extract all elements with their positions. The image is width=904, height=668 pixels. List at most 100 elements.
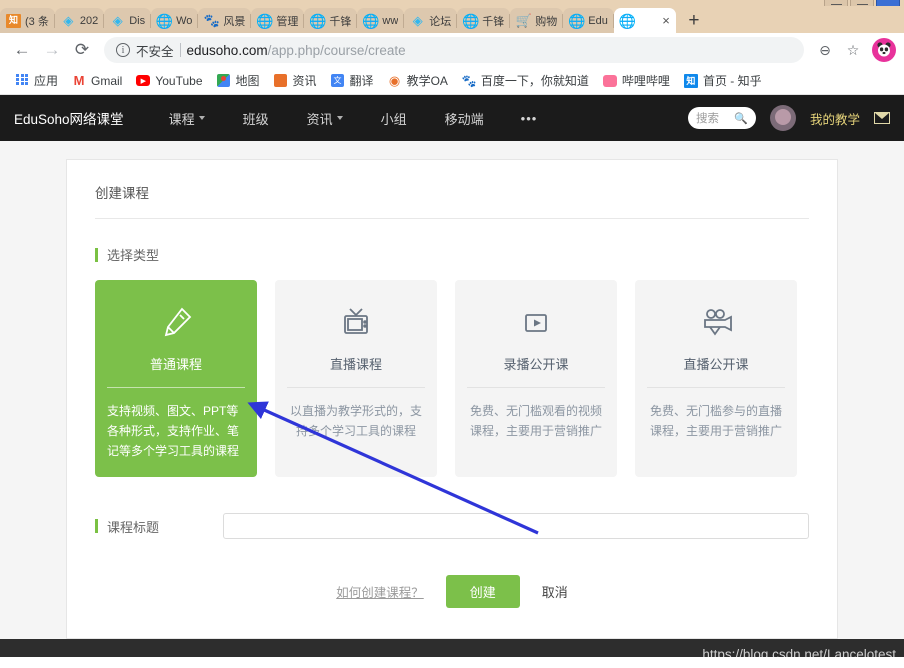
page-title: 创建课程	[95, 180, 809, 219]
tv-icon	[344, 308, 368, 334]
cancel-button[interactable]: 取消	[542, 582, 568, 601]
bookmark-item[interactable]: 资讯	[267, 70, 324, 91]
course-type-card[interactable]: 录播公开课免费、无门槛观看的视频课程，主要用于营销推广	[455, 280, 617, 477]
site-nav-item[interactable]: 资讯	[288, 109, 362, 128]
browser-toolbar: ← → ⟳ i 不安全 edusoho.com/app.php/course/c…	[0, 33, 904, 67]
bookmark-item[interactable]: ◉ 教学OA	[381, 70, 455, 91]
my-teaching-link[interactable]: 我的教学	[810, 109, 860, 128]
course-title-input[interactable]	[223, 513, 809, 539]
panda-icon	[877, 42, 891, 57]
bookmark-item[interactable]: 🐾 百度一下，你就知道	[455, 70, 596, 91]
course-type-card[interactable]: 直播公开课 免费、无门槛参与的直播课程，主要用于营销推广	[635, 280, 797, 477]
browser-tab[interactable]: 🌐 千锋	[457, 8, 511, 33]
how-to-create-link[interactable]: 如何创建课程？	[336, 582, 424, 601]
browser-chrome: 知 (3 条 ◈ 202 ◈ Dis 🌐 Wo 🐾 风景 🌐 管理 🌐 千锋 🌐 ww ◈ 论坛 🌐 千锋 🛒 购物 🌐 Ed…	[0, 0, 904, 95]
zoom-out-icon[interactable]: ⊖	[812, 37, 838, 63]
globe-icon: 🌐	[462, 12, 480, 29]
select-type-section-label: 选择类型	[95, 245, 809, 264]
browser-tab[interactable]: ◈ 202	[54, 8, 105, 33]
site-nav-item[interactable]: 小组	[362, 109, 426, 128]
course-type-name: 录播公开课	[467, 354, 605, 388]
course-type-list: 普通课程 支持视频、图文、PPT等各种形式，支持作业、笔记等多个学习工具的课程 直播…	[95, 280, 809, 477]
browser-tab[interactable]: ◈ 论坛	[404, 8, 458, 33]
browser-tab[interactable]: 🌐 ×	[613, 8, 676, 33]
bookmark-label: 资讯	[292, 74, 317, 88]
search-placeholder: 搜索	[695, 113, 719, 125]
oa-icon: ◉	[388, 72, 401, 88]
bookmark-item[interactable]: ▶ YouTube	[129, 72, 209, 90]
url-text: edusoho.com/app.php/course/create	[187, 43, 406, 58]
browser-tab[interactable]: 🌐 Edu	[563, 8, 614, 33]
bookmark-item[interactable]: 知首页 - 知乎	[677, 70, 769, 91]
baidu-icon: 🐾	[461, 73, 477, 88]
bookmark-item[interactable]: 应用	[8, 70, 65, 91]
bookmark-label: 地图	[235, 74, 260, 88]
browser-tab[interactable]: ◈ Dis	[104, 8, 152, 33]
profile-avatar[interactable]	[872, 38, 896, 62]
browser-tab[interactable]: 知 (3 条	[0, 8, 55, 33]
course-title-label: 课程标题	[95, 517, 223, 536]
envelope-icon[interactable]	[874, 112, 890, 124]
header-right: 搜索 🔍 我的教学	[687, 105, 890, 131]
course-type-description: 以直播为教学形式的，支持多个学习工具的课程	[289, 404, 422, 438]
bookmark-item[interactable]: 地图	[210, 70, 267, 91]
course-type-icon-wrap	[467, 302, 605, 344]
site-nav-item[interactable]: 移动端	[426, 109, 503, 128]
course-type-description: 免费、无门槛观看的视频课程，主要用于营销推广	[469, 404, 602, 438]
course-type-card[interactable]: 直播课程 以直播为教学形式的，支持多个学习工具的课程	[275, 280, 437, 477]
baidu-paw-icon: 🐾	[203, 13, 220, 28]
tab-label: 管理	[276, 15, 299, 28]
browser-tab[interactable]: 🐾 风景	[198, 8, 252, 33]
globe-icon: 🌐	[256, 12, 274, 29]
site-nav-item[interactable]: 课程	[150, 109, 224, 128]
course-type-icon-wrap	[647, 302, 785, 344]
course-type-icon-wrap	[107, 302, 245, 344]
play-box-icon	[525, 314, 547, 332]
cart-icon: 🛒	[515, 13, 532, 28]
browser-tab[interactable]: 🌐 Wo	[151, 8, 199, 33]
course-type-card[interactable]: 普通课程 支持视频、图文、PPT等各种形式，支持作业、笔记等多个学习工具的课程	[95, 280, 257, 477]
nav-more-button[interactable]: •••	[503, 111, 556, 126]
site-info-icon[interactable]: i	[116, 43, 130, 57]
site-nav-label: 资讯	[306, 111, 333, 127]
reload-button[interactable]: ⟳	[68, 36, 96, 64]
course-type-name: 普通课程	[107, 354, 245, 388]
site-nav-item[interactable]: 班级	[224, 109, 288, 128]
form-actions: 如何创建课程？ 创建 取消	[95, 575, 809, 608]
bookmark-item[interactable]: M Gmail	[65, 72, 129, 90]
globe-icon: 🌐	[155, 12, 174, 29]
blue-diamond-icon: ◈	[412, 13, 423, 28]
tab-label: ww	[382, 14, 399, 27]
blue-diamond-icon: ◈	[63, 13, 74, 28]
forward-button[interactable]: →	[38, 36, 66, 64]
search-icon: 🔍	[734, 112, 748, 125]
zhihu-icon: 知	[683, 73, 698, 88]
search-input[interactable]: 搜索 🔍	[687, 107, 756, 129]
new-tab-button[interactable]: +	[680, 9, 708, 33]
site-header: EduSoho网络课堂 课程 班级 资讯 小组 移动端 ••• 搜索 🔍 我的教学	[0, 95, 904, 141]
chevron-down-icon	[198, 116, 205, 120]
tab-label: Edu	[588, 14, 608, 27]
blue-diamond-icon: ◈	[112, 13, 123, 28]
maps-icon	[217, 74, 231, 88]
site-brand[interactable]: EduSoho网络课堂	[14, 108, 124, 128]
zhihu-icon: 知	[6, 13, 21, 28]
tab-strip: 知 (3 条 ◈ 202 ◈ Dis 🌐 Wo 🐾 风景 🌐 管理 🌐 千锋 🌐 ww ◈ 论坛 🌐 千锋 🛒 购物 🌐 Ed…	[0, 6, 904, 33]
browser-tab[interactable]: 🌐 ww	[357, 8, 405, 33]
browser-tab[interactable]: 🌐 管理	[251, 8, 305, 33]
globe-icon: 🌐	[618, 12, 637, 29]
bookmark-star-icon[interactable]: ☆	[840, 37, 866, 63]
create-button[interactable]: 创建	[445, 575, 520, 608]
address-bar[interactable]: i 不安全 edusoho.com/app.php/course/create	[104, 37, 804, 63]
bookmark-label: 教学OA	[406, 74, 448, 88]
bookmark-item[interactable]: 文翻译	[324, 70, 381, 91]
browser-tab[interactable]: 🌐 千锋	[304, 8, 358, 33]
bookmark-item[interactable]: 哔哩哔哩	[596, 70, 677, 91]
green-bar-marker	[95, 519, 98, 533]
back-button[interactable]: ←	[8, 36, 36, 64]
user-avatar[interactable]	[769, 105, 796, 131]
tab-label: 千锋	[329, 15, 352, 28]
browser-tab[interactable]: 🛒 购物	[510, 8, 564, 33]
video-camera-icon	[704, 309, 732, 336]
close-tab-icon[interactable]: ×	[662, 13, 670, 28]
